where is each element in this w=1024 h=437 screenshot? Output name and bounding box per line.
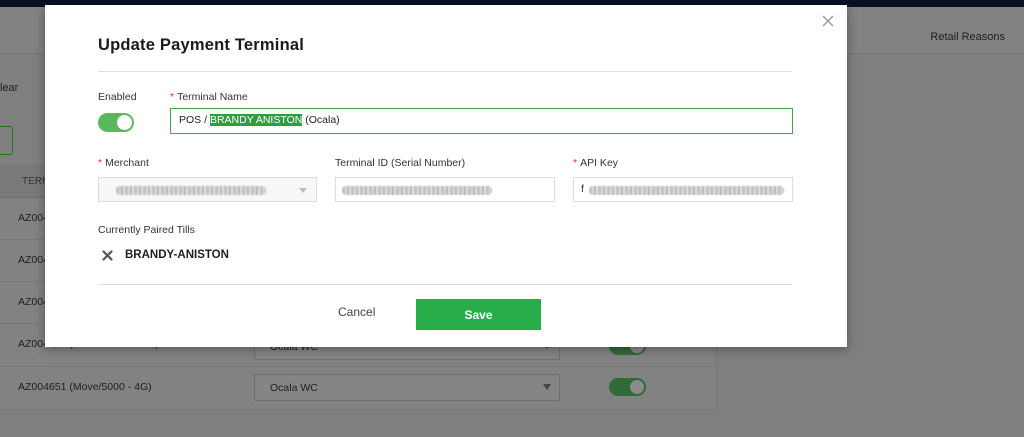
chevron-down-icon (299, 188, 307, 193)
terminal-name-suffix: (Ocala) (302, 114, 340, 126)
redacted-value (589, 186, 784, 195)
row-enabled-toggle[interactable] (609, 378, 646, 396)
api-key-label: * API Key (573, 157, 618, 169)
terminal-name-prefix: POS / (179, 114, 210, 126)
api-key-input[interactable]: f (573, 177, 793, 202)
terminal-name-label: * Terminal Name (170, 91, 248, 103)
remove-till-icon[interactable] (102, 250, 113, 261)
enabled-label: Enabled (98, 91, 137, 103)
terminal-name-selection: BRANDY ANISTON (209, 114, 303, 126)
modal-title: Update Payment Terminal (98, 36, 305, 54)
required-marker: * (170, 91, 175, 103)
merchant-label: * Merchant (98, 157, 149, 169)
row-code: AZ004651 (Move/5000 - 4G) (18, 381, 152, 393)
update-terminal-modal: Update Payment Terminal Enabled * Termina… (45, 5, 847, 347)
paired-tills-label: Currently Paired Tills (98, 224, 195, 236)
close-icon[interactable] (821, 14, 835, 28)
retail-reasons-link[interactable]: Retail Reasons (930, 31, 1005, 43)
api-key-label-text: API Key (580, 157, 619, 169)
enabled-toggle[interactable] (98, 113, 134, 132)
terminal-name-input[interactable]: POS / BRANDY ANISTON (Ocala) (170, 108, 793, 134)
clear-link[interactable]: lear (0, 82, 18, 94)
store-select-value: Ocala WC (270, 382, 318, 394)
divider (98, 71, 792, 72)
divider (98, 284, 792, 285)
cancel-button[interactable]: Cancel (338, 305, 375, 319)
paired-till-name: BRANDY-ANISTON (125, 249, 229, 261)
required-marker: * (573, 157, 578, 169)
terminal-id-input[interactable] (335, 177, 555, 202)
terminal-name-label-text: Terminal Name (177, 91, 248, 103)
toggle-knob (117, 115, 132, 130)
redacted-value (116, 186, 266, 195)
background-button[interactable] (0, 126, 13, 155)
terminal-id-label: Terminal ID (Serial Number) (335, 157, 466, 169)
api-key-visible-char: f (581, 183, 584, 195)
redacted-value (342, 186, 492, 195)
save-button[interactable]: Save (416, 299, 541, 330)
required-marker: * (98, 157, 103, 169)
chevron-down-icon (543, 384, 551, 390)
merchant-label-text: Merchant (105, 157, 149, 169)
store-select[interactable]: Ocala WC (254, 374, 560, 401)
merchant-select[interactable] (98, 177, 317, 202)
